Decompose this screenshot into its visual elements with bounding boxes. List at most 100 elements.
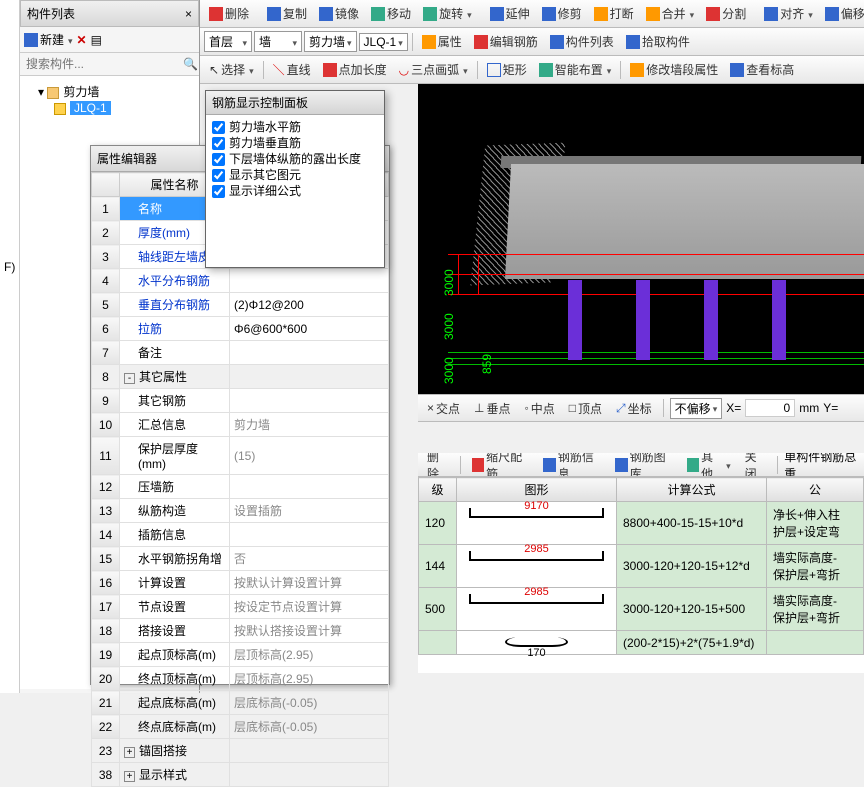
prop-value[interactable]: 层顶标高(2.95) [230, 667, 389, 691]
prop-row[interactable]: 6拉筋Φ6@600*600 [92, 317, 389, 341]
prop-value[interactable] [230, 365, 389, 389]
viewport-3d[interactable]: 3000 3000 3000 859 [418, 84, 864, 394]
prop-row[interactable]: 16计算设置按默认计算设置计算 [92, 571, 389, 595]
prop-row[interactable]: 5垂直分布钢筋(2)Φ12@200 [92, 293, 389, 317]
checkbox[interactable] [212, 137, 225, 150]
prop-value[interactable]: 剪力墙 [230, 413, 389, 437]
prop-row[interactable]: 14插筋信息 [92, 523, 389, 547]
prop-row[interactable]: 12压墙筋 [92, 475, 389, 499]
copy-button[interactable]: 复制 [262, 2, 312, 25]
col-level[interactable]: 级 [419, 478, 457, 502]
delete-button[interactable]: 删除 [204, 2, 254, 25]
attr-button[interactable]: 属性 [417, 30, 467, 53]
prop-row[interactable]: 21起点底标高(m)层底标高(-0.05) [92, 691, 389, 715]
prop-row[interactable]: 10汇总信息剪力墙 [92, 413, 389, 437]
prop-row[interactable]: 22终点底标高(m)层底标高(-0.05) [92, 715, 389, 739]
prop-row[interactable]: 18搭接设置按默认搭接设置计算 [92, 619, 389, 643]
expander-icon[interactable]: + [124, 771, 135, 782]
split-button[interactable]: 分割 [701, 2, 751, 25]
x-input[interactable]: 0 [745, 399, 795, 417]
checkbox[interactable] [212, 121, 225, 134]
search-input[interactable] [24, 55, 183, 73]
prop-value[interactable] [230, 269, 389, 293]
rebar-check-item[interactable]: 剪力墙垂直筋 [212, 135, 378, 151]
category-select[interactable]: 墙 [254, 31, 302, 52]
snap-intersection[interactable]: ×交点 [422, 397, 465, 420]
prop-row[interactable]: 20终点顶标高(m)层顶标高(2.95) [92, 667, 389, 691]
prop-row[interactable]: 38+显示样式 [92, 763, 389, 787]
offset-button[interactable]: 偏移 [820, 2, 864, 25]
prop-row[interactable]: 8-其它属性 [92, 365, 389, 389]
prop-value[interactable]: 按默认搭接设置计算 [230, 619, 389, 643]
prop-row[interactable]: 13纵筋构造设置插筋 [92, 499, 389, 523]
expander-icon[interactable]: - [124, 373, 135, 384]
extend-button[interactable]: 延伸 [485, 2, 535, 25]
result-row[interactable]: 170(200-2*15)+2*(75+1.9*d) [419, 631, 864, 655]
pick-button[interactable]: 拾取构件 [621, 30, 695, 53]
other-button[interactable]: 其他 [682, 453, 736, 477]
arc-button[interactable]: ◡三点画弧 [394, 58, 473, 81]
snap-midpoint[interactable]: ◦中点 [520, 397, 560, 420]
edit-rebar-button[interactable]: 编辑钢筋 [469, 30, 543, 53]
floor-select[interactable]: 首层 [204, 31, 252, 52]
result-delete-button[interactable]: 删除 [422, 453, 454, 477]
rect-button[interactable]: 矩形 [482, 58, 532, 81]
prop-value[interactable] [230, 523, 389, 547]
tree-root[interactable]: ▾ 剪力墙 [24, 82, 195, 101]
align-button[interactable]: 对齐 [759, 2, 818, 25]
prop-value[interactable]: 设置插筋 [230, 499, 389, 523]
prop-row[interactable]: 9其它钢筋 [92, 389, 389, 413]
rebar-check-item[interactable]: 显示详细公式 [212, 183, 378, 199]
result-row[interactable]: 14429853000-120+120-15+12*d墙实际高度- 保护层+弯折 [419, 545, 864, 588]
result-row[interactable]: 50029853000-120+120-15+500墙实际高度- 保护层+弯折 [419, 588, 864, 631]
close-button[interactable]: 关闭 [740, 453, 772, 477]
prop-value[interactable] [230, 389, 389, 413]
prop-value[interactable]: 否 [230, 547, 389, 571]
scale-button[interactable]: 缩尺配筋 [467, 453, 535, 477]
expander-icon[interactable]: + [124, 747, 135, 758]
join-button[interactable]: 合并 [641, 2, 700, 25]
filter-icon[interactable]: ▤ [91, 33, 102, 47]
delete-icon[interactable]: ✕ [77, 33, 87, 47]
rebar-lib-button[interactable]: 钢筋图库 [610, 453, 678, 477]
search-icon[interactable]: 🔍 [183, 57, 198, 71]
col-shape[interactable]: 图形 [457, 478, 617, 502]
trim-button[interactable]: 修剪 [537, 2, 587, 25]
new-button[interactable]: 新建 [24, 31, 73, 48]
select-button[interactable]: ↖选择 [204, 58, 259, 81]
prop-row[interactable]: 17节点设置按设定节点设置计算 [92, 595, 389, 619]
move-button[interactable]: 移动 [366, 2, 416, 25]
checkbox[interactable] [212, 185, 225, 198]
break-button[interactable]: 打断 [589, 2, 639, 25]
prop-value[interactable]: 按默认计算设置计算 [230, 571, 389, 595]
mirror-button[interactable]: 镜像 [314, 2, 364, 25]
subcategory-select[interactable]: 剪力墙 [304, 31, 357, 52]
prop-row[interactable]: 11保护层厚度(mm)(15) [92, 437, 389, 475]
rebar-check-item[interactable]: 下层墙体纵筋的露出长度 [212, 151, 378, 167]
checkbox[interactable] [212, 169, 225, 182]
rebar-check-item[interactable]: 剪力墙水平筋 [212, 119, 378, 135]
prop-value[interactable]: 层底标高(-0.05) [230, 715, 389, 739]
close-icon[interactable]: × [185, 7, 192, 21]
rebar-info-button[interactable]: 钢筋信息 [538, 453, 606, 477]
prop-value[interactable]: 层底标高(-0.05) [230, 691, 389, 715]
snap-perpendicular[interactable]: ⊥垂点 [469, 397, 515, 420]
checkbox[interactable] [212, 153, 225, 166]
prop-value[interactable]: Φ6@600*600 [230, 317, 389, 341]
rebar-check-item[interactable]: 显示其它图元 [212, 167, 378, 183]
prop-row[interactable]: 4水平分布钢筋 [92, 269, 389, 293]
prop-row[interactable]: 23+锚固搭接 [92, 739, 389, 763]
prop-value[interactable]: (2)Φ12@200 [230, 293, 389, 317]
offset-select[interactable]: 不偏移 [670, 398, 723, 419]
snap-coord[interactable]: ⤢坐标 [611, 397, 657, 420]
view-label-button[interactable]: 查看标高 [725, 58, 799, 81]
col-formula[interactable]: 计算公式 [617, 478, 767, 502]
rotate-button[interactable]: 旋转 [418, 2, 477, 25]
line-button[interactable]: ＼直线 [268, 58, 316, 81]
prop-value[interactable]: 层顶标高(2.95) [230, 643, 389, 667]
prop-row[interactable]: 15水平钢筋拐角增否 [92, 547, 389, 571]
smart-button[interactable]: 智能布置 [534, 58, 617, 81]
list-button[interactable]: 构件列表 [545, 30, 619, 53]
snap-vertex[interactable]: □顶点 [564, 397, 607, 420]
prop-value[interactable] [230, 475, 389, 499]
